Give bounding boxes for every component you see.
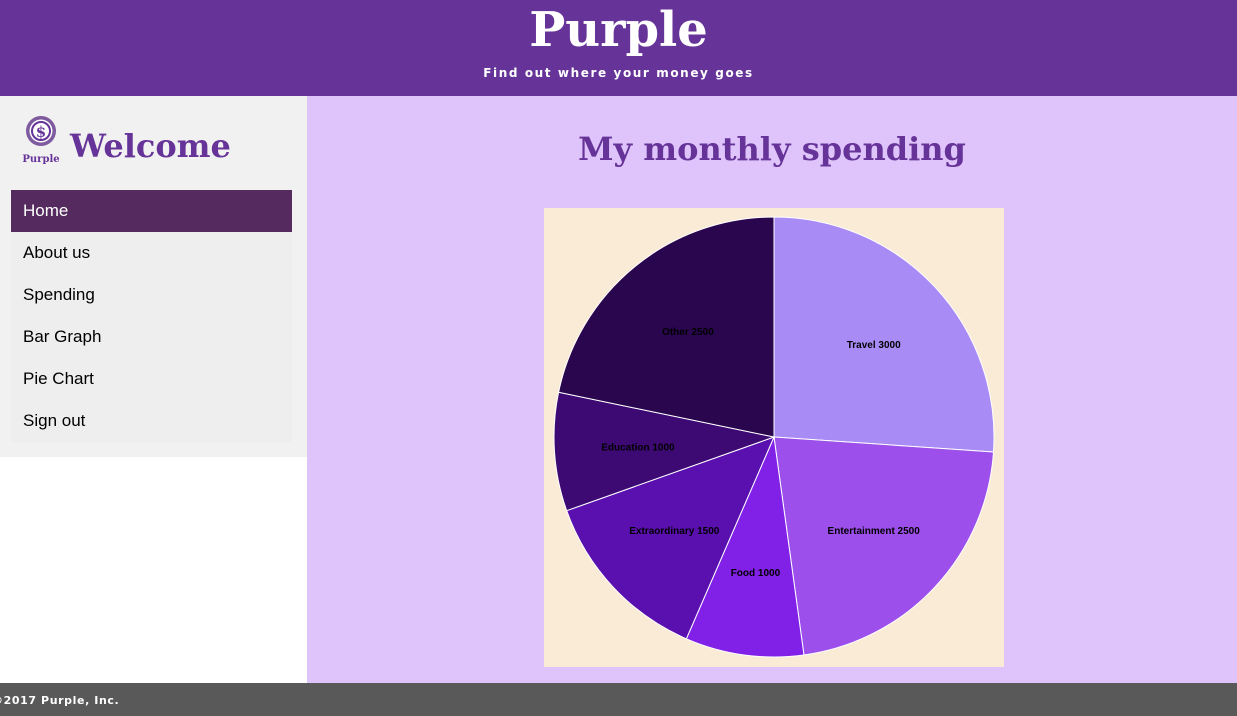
page-title: My monthly spending <box>578 130 966 168</box>
app-title: Purple <box>529 2 708 58</box>
nav-item-home[interactable]: Home <box>11 190 292 232</box>
pie-label-food: Food 1000 <box>731 568 781 579</box>
pie-slice-travel <box>773 216 995 453</box>
pie-label-travel: Travel 3000 <box>847 340 901 351</box>
pie-label-extraordinary: Extraordinary 1500 <box>629 526 719 537</box>
nav-item-about-us[interactable]: About us <box>11 232 292 274</box>
sidebar-nav: Home About us Spending Bar Graph Pie Cha… <box>11 190 292 442</box>
nav-item-spending[interactable]: Spending <box>11 274 292 316</box>
pie-slice-entertainment <box>773 436 995 656</box>
nav-item-sign-out[interactable]: Sign out <box>11 400 292 442</box>
pie-label-other: Other 2500 <box>662 327 714 338</box>
nav-item-bar-graph[interactable]: Bar Graph <box>11 316 292 358</box>
pie-label-education: Education 1000 <box>601 442 675 453</box>
footer: ©2017 Purple, Inc. <box>0 683 1237 716</box>
welcome-heading: Welcome <box>70 127 231 165</box>
logo-text: Purple <box>22 154 59 165</box>
pie-chart-container: Travel 3000 Entertainment 2500 Food 1000 Ex… <box>544 208 1004 667</box>
svg-text:$: $ <box>36 123 46 141</box>
purple-dollar-logo-icon: $ Purple <box>22 116 60 165</box>
tagline: Find out where your money goes <box>483 66 754 80</box>
pie-label-entertainment: Entertainment 2500 <box>828 526 921 537</box>
main-content: My monthly spending Travel 3000 Entertain… <box>307 96 1237 683</box>
app-header: Purple Find out where your money goes <box>0 0 1237 96</box>
nav-item-pie-chart[interactable]: Pie Chart <box>11 358 292 400</box>
copyright: ©2017 Purple, Inc. <box>0 694 120 707</box>
pie-chart: Travel 3000 Entertainment 2500 Food 1000 Ex… <box>553 216 995 658</box>
